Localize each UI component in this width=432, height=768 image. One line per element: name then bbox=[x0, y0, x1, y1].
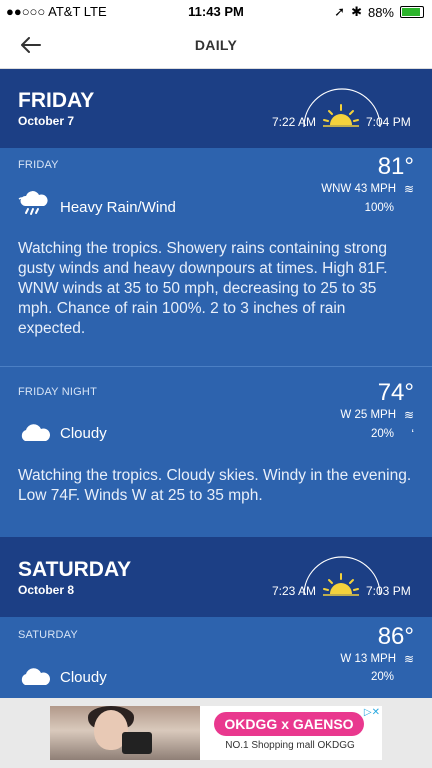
period-temp: 81° bbox=[377, 153, 414, 180]
rain-wind-icon bbox=[18, 191, 48, 215]
period-condition: Cloudy bbox=[60, 669, 107, 686]
location-arrow-icon: ➚ bbox=[334, 4, 346, 19]
period-description: Watching the tropics. Showery rains cont… bbox=[18, 240, 388, 337]
period-precip: 20% bbox=[370, 671, 394, 683]
day-date: October 8 bbox=[18, 583, 75, 597]
status-bar: ●●○○○ AT&T LTE 11:43 PM ➚ ✱ 88% bbox=[0, 0, 432, 22]
page-title: DAILY bbox=[194, 37, 238, 53]
ad-banner[interactable]: OKDGG x GAENSO NO.1 Shopping mall OKDGG … bbox=[50, 706, 382, 760]
day-header-saturday: SATURDAY October 8 7:23 AM 7:03 PM bbox=[0, 537, 432, 617]
period-label: FRIDAY bbox=[18, 159, 59, 171]
period-temp: 86° bbox=[377, 623, 414, 650]
sun-icon bbox=[323, 104, 359, 127]
ad-photo bbox=[50, 706, 200, 760]
day-name: SATURDAY bbox=[18, 558, 132, 581]
nav-bar: DAILY bbox=[0, 22, 432, 69]
bluetooth-icon: ✱ bbox=[351, 4, 362, 19]
cloud-icon bbox=[21, 424, 50, 441]
period-wind: W 13 MPH bbox=[340, 653, 396, 665]
period-wind: W 25 MPH bbox=[340, 409, 396, 421]
ad-area: OKDGG x GAENSO NO.1 Shopping mall OKDGG … bbox=[0, 698, 432, 768]
sunset-time: 7:04 PM bbox=[366, 115, 411, 129]
forecast-panel-friday-night[interactable]: FRIDAY NIGHT 74° W 25 MPH ≋ 20% ʻ Cloudy… bbox=[0, 367, 432, 537]
ad-tagline: NO.1 Shopping mall OKDGG bbox=[225, 740, 355, 751]
cloud-icon bbox=[21, 668, 50, 685]
day-name: FRIDAY bbox=[18, 89, 95, 112]
forecast-panel-saturday[interactable]: SATURDAY 86° W 13 MPH ≋ 20% Cloudy bbox=[0, 617, 432, 698]
period-label: SATURDAY bbox=[18, 629, 78, 641]
sun-icon bbox=[323, 573, 359, 596]
wind-icon: ≋ bbox=[403, 652, 414, 666]
period-condition: Heavy Rain/Wind bbox=[60, 199, 176, 216]
period-wind: WNW 43 MPH bbox=[321, 183, 396, 195]
period-description: Watching the tropics. Cloudy skies. Wind… bbox=[18, 467, 412, 504]
day-date: October 7 bbox=[18, 114, 75, 128]
battery-icon bbox=[400, 6, 424, 18]
forecast-panel-friday[interactable]: FRIDAY 81° WNW 43 MPH ≋ 100% Heavy Rain/… bbox=[0, 148, 432, 366]
period-label: FRIDAY NIGHT bbox=[18, 386, 97, 398]
wind-icon: ≋ bbox=[403, 408, 414, 422]
period-precip: 100% bbox=[364, 202, 394, 214]
ad-text: OKDGG x GAENSO NO.1 Shopping mall OKDGG … bbox=[200, 706, 382, 760]
sunset-time: 7:03 PM bbox=[366, 584, 411, 598]
day-header-friday: FRIDAY October 7 7:22 AM 7:04 PM bbox=[0, 69, 432, 148]
wind-icon: ≋ bbox=[403, 182, 414, 196]
status-right: ➚ ✱ 88% bbox=[334, 4, 424, 20]
period-condition: Cloudy bbox=[60, 425, 107, 442]
ad-headline: OKDGG x GAENSO bbox=[214, 712, 364, 736]
period-precip: 20% bbox=[370, 428, 394, 440]
sunrise-time: 7:22 AM bbox=[272, 115, 317, 129]
ad-choices-icon[interactable]: ▷✕ bbox=[364, 707, 380, 718]
raindrop-icon: ʻ bbox=[411, 427, 414, 441]
period-temp: 74° bbox=[377, 379, 414, 406]
sunrise-time: 7:23 AM bbox=[272, 584, 317, 598]
battery-percent: 88% bbox=[367, 4, 394, 20]
